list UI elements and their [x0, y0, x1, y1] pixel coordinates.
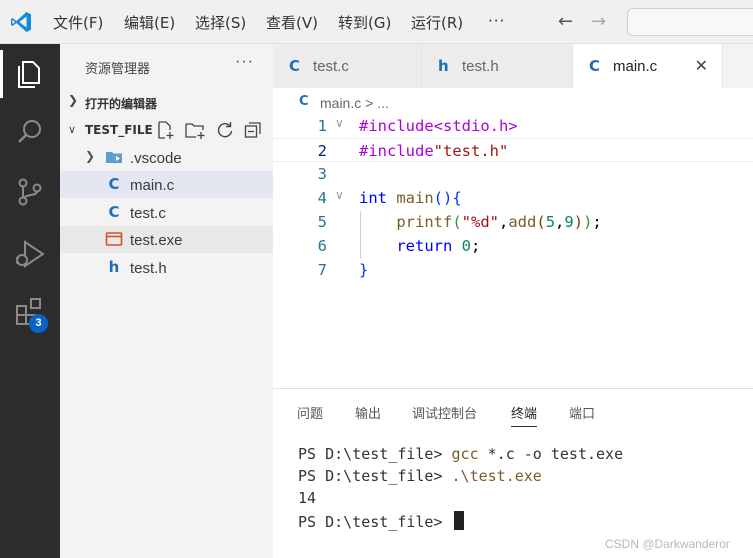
line-number: 5	[317, 213, 327, 231]
tab-label: test.c	[313, 58, 349, 75]
c-file-icon: C	[108, 203, 120, 221]
open-editors-label: 打开的编辑器	[85, 97, 158, 111]
active-indicator	[0, 50, 3, 98]
terminal-line: PS D:\test_file> gcc *.c -o test.exe	[298, 445, 624, 463]
menu-edit[interactable]: 编辑(E)	[124, 12, 175, 33]
code-line: 1 ∨ #include<stdio.h>	[273, 114, 753, 138]
fold-chevron-icon[interactable]: ∨	[335, 188, 344, 202]
code-text: }	[359, 261, 369, 279]
c-file-icon: C	[108, 175, 120, 193]
title-bar: 文件(F) 编辑(E) 选择(S) 查看(V) 转到(G) 运行(R) ··· …	[0, 0, 753, 44]
sidebar-more-button[interactable]: ···	[235, 53, 254, 71]
watermark: CSDN @Darkwanderor	[605, 537, 730, 551]
terminal-cursor	[453, 511, 464, 530]
activity-bar: 3	[0, 44, 60, 558]
collapse-all-icon[interactable]	[243, 120, 263, 140]
tab-main-c[interactable]: C main.c ✕	[573, 44, 723, 88]
code-text: int main(){	[359, 189, 462, 207]
menu-run[interactable]: 运行(R)	[411, 12, 463, 33]
line-number: 2	[317, 142, 327, 160]
run-debug-icon[interactable]	[12, 236, 48, 272]
h-file-icon: h	[438, 57, 449, 75]
back-arrow-icon[interactable]: ←	[558, 11, 573, 32]
menu-file[interactable]: 文件(F)	[53, 12, 103, 33]
editor-tab-bar: C test.c h test.h C main.c ✕	[273, 44, 753, 88]
terminal-input[interactable]: PS D:\test_file>	[298, 511, 464, 531]
code-line: 6 return 0;	[273, 234, 753, 258]
line-number: 1	[317, 117, 327, 135]
breadcrumb: C main.c > ...	[273, 88, 753, 114]
sidebar-title: 资源管理器	[85, 62, 151, 77]
new-file-icon[interactable]	[155, 120, 175, 140]
code-editor[interactable]: 1 ∨ #include<stdio.h> 2 #include"test.h"…	[273, 114, 753, 388]
tab-ports[interactable]: 端口	[569, 403, 595, 422]
code-line: 3	[273, 162, 753, 186]
c-file-icon: C	[589, 57, 601, 75]
chevron-right-icon: ❯	[68, 93, 79, 107]
tab-terminal[interactable]: 终端	[511, 403, 538, 427]
source-control-icon[interactable]	[12, 174, 48, 210]
search-icon[interactable]	[12, 114, 48, 150]
tree-item-main-c[interactable]: C main.c	[60, 171, 273, 198]
tree-item-test-h[interactable]: h test.h	[60, 254, 273, 281]
tab-test-c[interactable]: C test.c	[273, 44, 422, 88]
folder-label: TEST_FILE	[85, 123, 153, 137]
close-icon[interactable]: ✕	[695, 56, 708, 75]
command-center-search[interactable]	[627, 8, 753, 36]
tab-problems[interactable]: 问题	[297, 403, 323, 422]
tab-debug-console[interactable]: 调试控制台	[412, 403, 477, 422]
chevron-right-icon: ❯	[85, 149, 96, 163]
tree-item-label: test.h	[130, 260, 167, 277]
exe-file-icon	[105, 232, 123, 246]
terminal-line: PS D:\test_file> .\test.exe	[298, 467, 542, 485]
h-file-icon: h	[108, 258, 120, 276]
indent-guide	[360, 211, 361, 259]
tab-test-h[interactable]: h test.h	[422, 44, 573, 88]
tab-output[interactable]: 输出	[355, 403, 381, 422]
line-number: 3	[317, 165, 327, 183]
breadcrumb-path[interactable]: main.c > ...	[320, 95, 389, 111]
code-line: 7 }	[273, 258, 753, 282]
code-line: 5 printf("%d",add(5,9));	[273, 210, 753, 234]
bottom-panel: 问题 输出 调试控制台 终端 端口 PS D:\test_file> gcc *…	[273, 388, 753, 558]
tab-label: main.c	[613, 58, 658, 75]
code-line-current: 2 #include"test.h"	[273, 138, 753, 162]
code-text: #include<stdio.h>	[359, 117, 518, 135]
c-file-icon: C	[299, 94, 309, 109]
line-number: 7	[317, 261, 327, 279]
folder-section[interactable]: ∨ TEST_FILE	[60, 117, 273, 143]
menu-more[interactable]: ···	[488, 12, 505, 30]
explorer-sidebar: 资源管理器 ··· ❯ 打开的编辑器 ∨ TEST_FILE ❯ .vscode…	[60, 44, 273, 558]
terminal-output: 14	[298, 489, 317, 507]
chevron-down-icon: ∨	[68, 123, 77, 136]
folder-vscode-icon	[106, 152, 122, 163]
new-folder-icon[interactable]	[184, 120, 206, 140]
tree-item-label: main.c	[130, 177, 175, 194]
code-text: return 0;	[396, 237, 481, 255]
tree-item-label: test.c	[130, 205, 166, 222]
tree-item-vscode-folder[interactable]: ❯ .vscode	[60, 144, 273, 171]
line-number: 6	[317, 237, 327, 255]
forward-arrow-icon[interactable]: →	[591, 11, 606, 32]
code-text: printf("%d",add(5,9));	[396, 213, 602, 231]
open-editors-section[interactable]: ❯ 打开的编辑器	[60, 89, 273, 115]
refresh-icon[interactable]	[215, 120, 235, 140]
tree-item-test-c[interactable]: C test.c	[60, 199, 273, 226]
tree-item-label: .vscode	[130, 150, 182, 167]
fold-chevron-icon[interactable]: ∨	[335, 116, 344, 130]
c-file-icon: C	[289, 57, 301, 75]
extensions-badge: 3	[29, 314, 48, 333]
line-number: 4	[317, 189, 327, 207]
menu-go[interactable]: 转到(G)	[338, 12, 391, 33]
menu-selection[interactable]: 选择(S)	[195, 12, 246, 33]
code-line: 4 ∨ int main(){	[273, 186, 753, 210]
menu-view[interactable]: 查看(V)	[266, 12, 318, 33]
tree-item-test-exe[interactable]: test.exe	[60, 226, 273, 253]
tab-label: test.h	[462, 58, 499, 75]
vscode-logo-icon	[11, 12, 31, 32]
tree-item-label: test.exe	[130, 232, 183, 249]
code-text: #include"test.h"	[359, 142, 509, 160]
explorer-icon[interactable]	[12, 56, 48, 92]
